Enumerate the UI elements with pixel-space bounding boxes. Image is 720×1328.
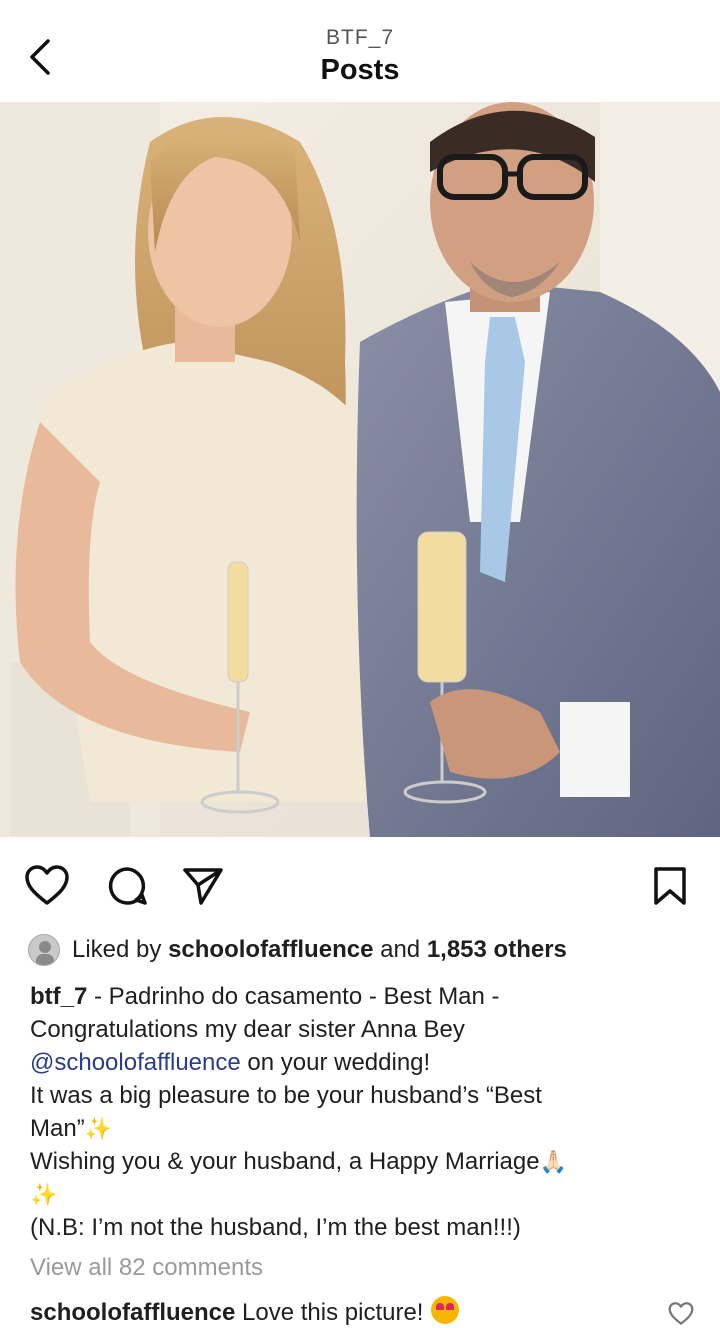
comment-text: Love this picture! (242, 1299, 424, 1326)
caption-line-6: Wishing you & your husband, a Happy Marr… (30, 1148, 540, 1175)
save-button[interactable] (645, 861, 695, 911)
caption-line-2: Congratulations my dear sister Anna Bey (30, 1016, 465, 1043)
sparkle-icon: ✨ (84, 1116, 113, 1141)
caption-line-4: It was a big pleasure to be your husband… (30, 1082, 542, 1109)
bookmark-icon (654, 867, 686, 905)
heart-icon (668, 1302, 694, 1325)
comment-button[interactable] (102, 861, 152, 911)
heart-icon (25, 865, 69, 905)
pray-icon: 🙏🏻 (539, 1149, 568, 1174)
caption-line-1: - Padrinho do casamento - Best Man - (87, 983, 500, 1010)
avatar (28, 934, 60, 966)
caption-author[interactable]: btf_7 (30, 983, 87, 1010)
avatar-image (36, 941, 54, 965)
comment-icon (108, 867, 147, 905)
header-username: BTF_7 (325, 26, 395, 49)
comment-user[interactable]: schoolofaffluence (30, 1299, 235, 1326)
post-caption: btf_7 - Padrinho do casamento - Best Man… (30, 980, 690, 1244)
share-button[interactable] (178, 861, 228, 911)
heart-eyes-emoji-icon (431, 1296, 460, 1324)
caption-line-3: on your wedding! (240, 1049, 431, 1076)
top-comment: schoolofaffluence Love this picture! (30, 1296, 460, 1327)
likes-middle: and (380, 936, 421, 963)
caption-line-5: Man” (30, 1115, 85, 1142)
top-bar: BTF_7 Posts (0, 0, 720, 102)
post-photo[interactable] (0, 102, 720, 837)
like-button[interactable] (22, 861, 72, 911)
likes-summary[interactable]: Liked by schoolofaffluence and 1,853 oth… (28, 932, 567, 968)
paper-plane-icon (183, 868, 223, 905)
likes-prefix: Liked by (72, 936, 162, 963)
post-actions (0, 837, 720, 932)
likes-user[interactable]: schoolofaffluence (168, 936, 373, 964)
post-photo-illustration (0, 102, 720, 837)
page-title: Posts (320, 54, 400, 86)
caption-line-8: (N.B: I’m not the husband, I’m the best … (30, 1214, 521, 1241)
sparkle-icon: ✨ (30, 1182, 58, 1207)
likes-others[interactable]: 1,853 others (427, 936, 567, 964)
comment-like-button[interactable] (668, 1302, 694, 1328)
view-all-comments-link[interactable]: View all 82 comments (30, 1254, 263, 1282)
caption-mention[interactable]: @schoolofaffluence (30, 1049, 241, 1076)
